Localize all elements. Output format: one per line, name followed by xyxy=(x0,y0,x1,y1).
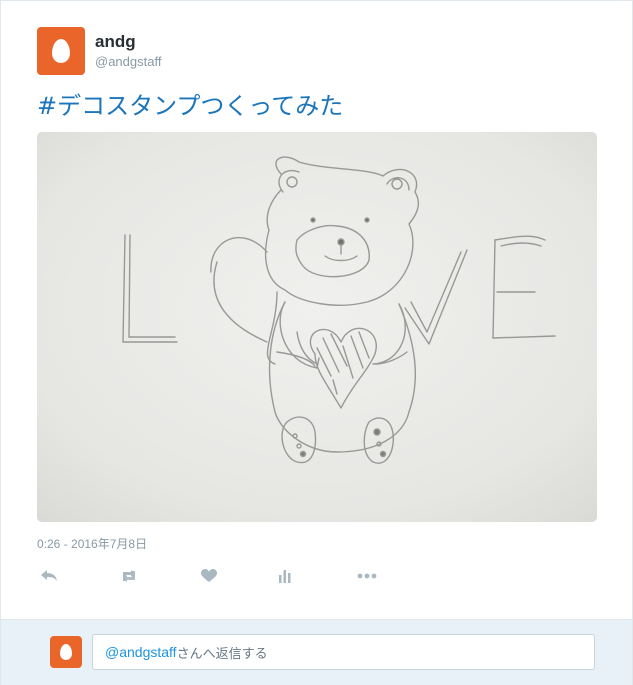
reply-avatar xyxy=(50,636,82,668)
analytics-button[interactable] xyxy=(273,564,297,588)
user-handle[interactable]: @andgstaff xyxy=(95,54,161,70)
bar-chart-icon xyxy=(279,570,291,583)
more-icon xyxy=(357,573,377,579)
like-button[interactable] xyxy=(197,564,221,588)
tweet-actions xyxy=(37,564,397,588)
tweet-card: andg @andgstaff #デコスタンプつくってみた 0:26 - 201… xyxy=(0,0,633,685)
reply-bar: @andgstaff さんへ返信する xyxy=(1,619,632,685)
reply-icon xyxy=(41,570,57,581)
retweet-icon xyxy=(123,570,135,582)
tweet-photo[interactable] xyxy=(37,132,597,522)
bear-drawing xyxy=(37,132,597,522)
reply-placeholder: さんへ返信する xyxy=(176,646,268,662)
reply-input[interactable]: @andgstaff さんへ返信する xyxy=(92,634,595,670)
display-name[interactable]: andg xyxy=(95,32,161,52)
author-names: andg @andgstaff xyxy=(95,32,161,70)
egg-avatar-icon xyxy=(60,644,72,660)
reply-mention: @andgstaff xyxy=(105,644,177,660)
avatar[interactable] xyxy=(37,27,85,75)
heart-icon xyxy=(201,569,217,582)
tweet-timestamp[interactable]: 0:26 - 2016年7月8日 xyxy=(37,537,147,551)
tweet-header: andg @andgstaff xyxy=(37,27,161,75)
hashtag-link[interactable]: #デコスタンプつくってみた xyxy=(37,92,343,120)
tweet-text: #デコスタンプつくってみた xyxy=(37,91,343,121)
reply-button[interactable] xyxy=(37,564,61,588)
more-button[interactable] xyxy=(355,564,379,588)
egg-avatar-icon xyxy=(52,39,70,63)
retweet-button[interactable] xyxy=(117,564,141,588)
